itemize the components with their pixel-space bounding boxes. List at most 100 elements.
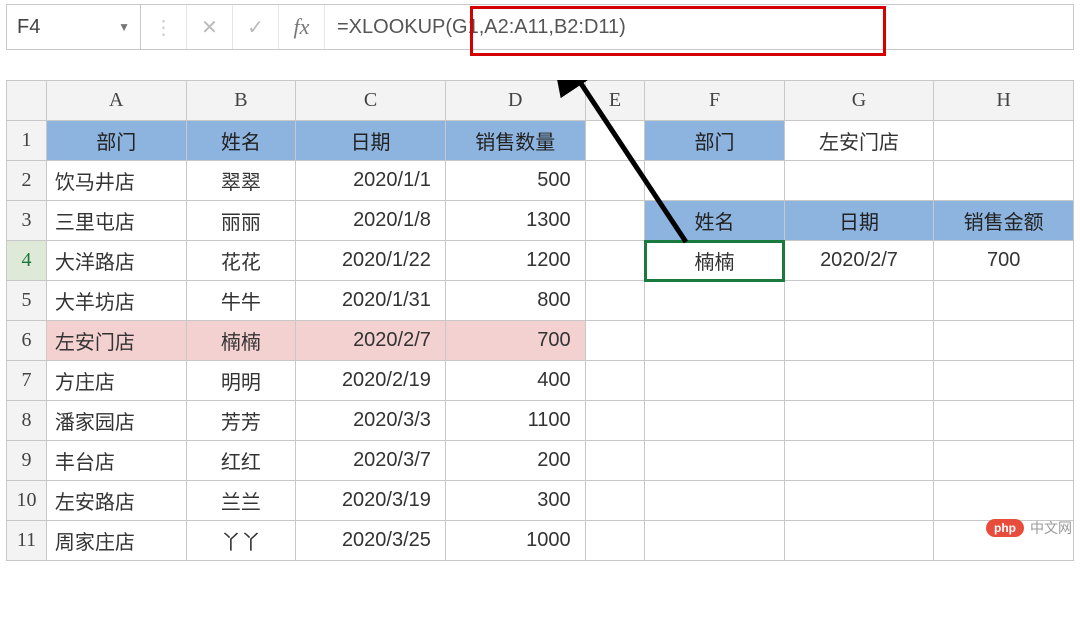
column-header-H[interactable]: H <box>934 81 1074 121</box>
cell-A6[interactable]: 左安门店 <box>46 321 186 361</box>
row-header-9[interactable]: 9 <box>7 441 47 481</box>
cell-D5[interactable]: 800 <box>445 281 585 321</box>
cell-F2[interactable] <box>645 161 784 201</box>
cell-C2[interactable]: 2020/1/1 <box>296 161 446 201</box>
cell-C6[interactable]: 2020/2/7 <box>296 321 446 361</box>
cell-A7[interactable]: 方庄店 <box>46 361 186 401</box>
cell-D11[interactable]: 1000 <box>445 521 585 561</box>
column-header-D[interactable]: D <box>445 81 585 121</box>
row-header-3[interactable]: 3 <box>7 201 47 241</box>
cell-B1[interactable]: 姓名 <box>186 121 296 161</box>
cell-B8[interactable]: 芳芳 <box>186 401 296 441</box>
cell-C10[interactable]: 2020/3/19 <box>296 481 446 521</box>
cell-E4[interactable] <box>585 241 645 281</box>
cell-B10[interactable]: 兰兰 <box>186 481 296 521</box>
cell-G4[interactable]: 2020/2/7 <box>784 241 934 281</box>
cell-E2[interactable] <box>585 161 645 201</box>
cell-H4[interactable]: 700 <box>934 241 1074 281</box>
cell-G7[interactable] <box>784 361 934 401</box>
cell-H5[interactable] <box>934 281 1074 321</box>
cell-D9[interactable]: 200 <box>445 441 585 481</box>
cell-B2[interactable]: 翠翠 <box>186 161 296 201</box>
cell-A11[interactable]: 周家庄店 <box>46 521 186 561</box>
cell-G11[interactable] <box>784 521 934 561</box>
cell-C5[interactable]: 2020/1/31 <box>296 281 446 321</box>
row-header-10[interactable]: 10 <box>7 481 47 521</box>
cell-G8[interactable] <box>784 401 934 441</box>
cell-B6[interactable]: 楠楠 <box>186 321 296 361</box>
cell-E7[interactable] <box>585 361 645 401</box>
cell-E9[interactable] <box>585 441 645 481</box>
cell-C3[interactable]: 2020/1/8 <box>296 201 446 241</box>
cell-H9[interactable] <box>934 441 1074 481</box>
column-header-E[interactable]: E <box>585 81 645 121</box>
cell-F9[interactable] <box>645 441 784 481</box>
cell-F11[interactable] <box>645 521 784 561</box>
row-header-2[interactable]: 2 <box>7 161 47 201</box>
column-header-F[interactable]: F <box>645 81 784 121</box>
cell-H1[interactable] <box>934 121 1074 161</box>
cell-D6[interactable]: 700 <box>445 321 585 361</box>
formula-input[interactable]: =XLOOKUP(G1,A2:A11,B2:D11) <box>325 5 1073 49</box>
cell-F10[interactable] <box>645 481 784 521</box>
row-header-1[interactable]: 1 <box>7 121 47 161</box>
cell-B11[interactable]: 丫丫 <box>186 521 296 561</box>
cell-E6[interactable] <box>585 321 645 361</box>
row-header-4[interactable]: 4 <box>7 241 47 281</box>
cell-B7[interactable]: 明明 <box>186 361 296 401</box>
cell-C1[interactable]: 日期 <box>296 121 446 161</box>
cell-E10[interactable] <box>585 481 645 521</box>
cell-F3[interactable]: 姓名 <box>645 201 784 241</box>
cell-G3[interactable]: 日期 <box>784 201 934 241</box>
cell-G10[interactable] <box>784 481 934 521</box>
cell-F4[interactable]: 楠楠 <box>645 241 784 281</box>
cell-H2[interactable] <box>934 161 1074 201</box>
cell-H7[interactable] <box>934 361 1074 401</box>
cell-F1[interactable]: 部门 <box>645 121 784 161</box>
enter-icon[interactable]: ✓ <box>233 5 279 49</box>
column-header-G[interactable]: G <box>784 81 934 121</box>
name-box[interactable]: F4 ▼ <box>7 5 141 49</box>
cell-E8[interactable] <box>585 401 645 441</box>
cell-D7[interactable]: 400 <box>445 361 585 401</box>
cell-D10[interactable]: 300 <box>445 481 585 521</box>
cell-D4[interactable]: 1200 <box>445 241 585 281</box>
row-header-11[interactable]: 11 <box>7 521 47 561</box>
cell-B4[interactable]: 花花 <box>186 241 296 281</box>
cell-A5[interactable]: 大羊坊店 <box>46 281 186 321</box>
cell-H3[interactable]: 销售金额 <box>934 201 1074 241</box>
cell-A8[interactable]: 潘家园店 <box>46 401 186 441</box>
cell-D2[interactable]: 500 <box>445 161 585 201</box>
cell-B5[interactable]: 牛牛 <box>186 281 296 321</box>
column-header-B[interactable]: B <box>186 81 296 121</box>
cell-D8[interactable]: 1100 <box>445 401 585 441</box>
name-box-dropdown-icon[interactable]: ▼ <box>118 20 130 34</box>
cell-B9[interactable]: 红红 <box>186 441 296 481</box>
cell-C7[interactable]: 2020/2/19 <box>296 361 446 401</box>
spreadsheet-grid[interactable]: ABCDEFGH1部门姓名日期销售数量部门左安门店2饮马井店翠翠2020/1/1… <box>6 80 1074 561</box>
row-header-7[interactable]: 7 <box>7 361 47 401</box>
cell-F5[interactable] <box>645 281 784 321</box>
cell-E3[interactable] <box>585 201 645 241</box>
cell-C4[interactable]: 2020/1/22 <box>296 241 446 281</box>
cell-G6[interactable] <box>784 321 934 361</box>
cancel-icon[interactable]: ✕ <box>187 5 233 49</box>
cell-A10[interactable]: 左安路店 <box>46 481 186 521</box>
cell-H10[interactable] <box>934 481 1074 521</box>
cell-H6[interactable] <box>934 321 1074 361</box>
select-all-corner[interactable] <box>7 81 47 121</box>
cell-G1[interactable]: 左安门店 <box>784 121 934 161</box>
fx-icon[interactable]: fx <box>279 5 325 49</box>
cell-G5[interactable] <box>784 281 934 321</box>
cell-D1[interactable]: 销售数量 <box>445 121 585 161</box>
cell-A2[interactable]: 饮马井店 <box>46 161 186 201</box>
row-header-6[interactable]: 6 <box>7 321 47 361</box>
column-header-C[interactable]: C <box>296 81 446 121</box>
cell-H8[interactable] <box>934 401 1074 441</box>
cell-C11[interactable]: 2020/3/25 <box>296 521 446 561</box>
cell-E11[interactable] <box>585 521 645 561</box>
cell-E1[interactable] <box>585 121 645 161</box>
row-header-8[interactable]: 8 <box>7 401 47 441</box>
cell-G2[interactable] <box>784 161 934 201</box>
cell-E5[interactable] <box>585 281 645 321</box>
